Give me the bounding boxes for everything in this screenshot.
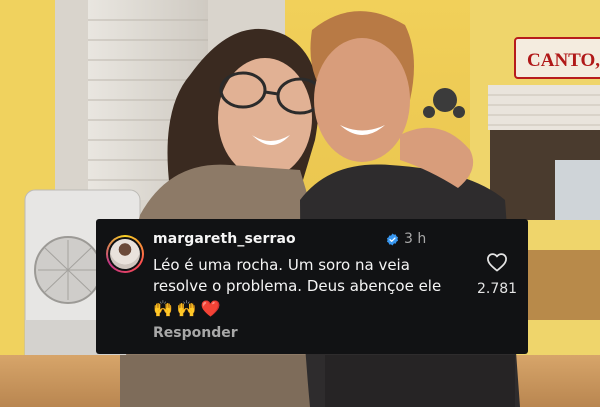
comment-time: 3 h [404, 231, 427, 247]
comment-line-2: resolve o problema. Deus abençoe ele [153, 277, 442, 295]
comment-username[interactable]: margareth_serrao [153, 231, 296, 247]
sign-text: CANTO, E [527, 50, 600, 71]
comment-text: Léo é uma rocha. Um soro na veia resolve… [153, 255, 473, 297]
red-heart-emoji: ❤️ [200, 298, 221, 318]
like-count: 2.781 [477, 281, 518, 297]
comment-line-1: Léo é uma rocha. Um soro na veia [153, 256, 410, 274]
raising-hands-emoji: 🙌 [176, 298, 197, 318]
raising-hands-emoji: 🙌 [153, 298, 173, 318]
verified-badge-icon [386, 233, 399, 246]
reply-button[interactable]: Responder [153, 325, 238, 341]
heart-outline-icon[interactable] [486, 252, 508, 272]
avatar[interactable] [106, 235, 144, 273]
comment-emojis: 🙌 🙌 ❤️ [153, 297, 221, 319]
comment-card: margareth_serrao 3 h Léo é uma rocha. Um… [96, 219, 528, 354]
